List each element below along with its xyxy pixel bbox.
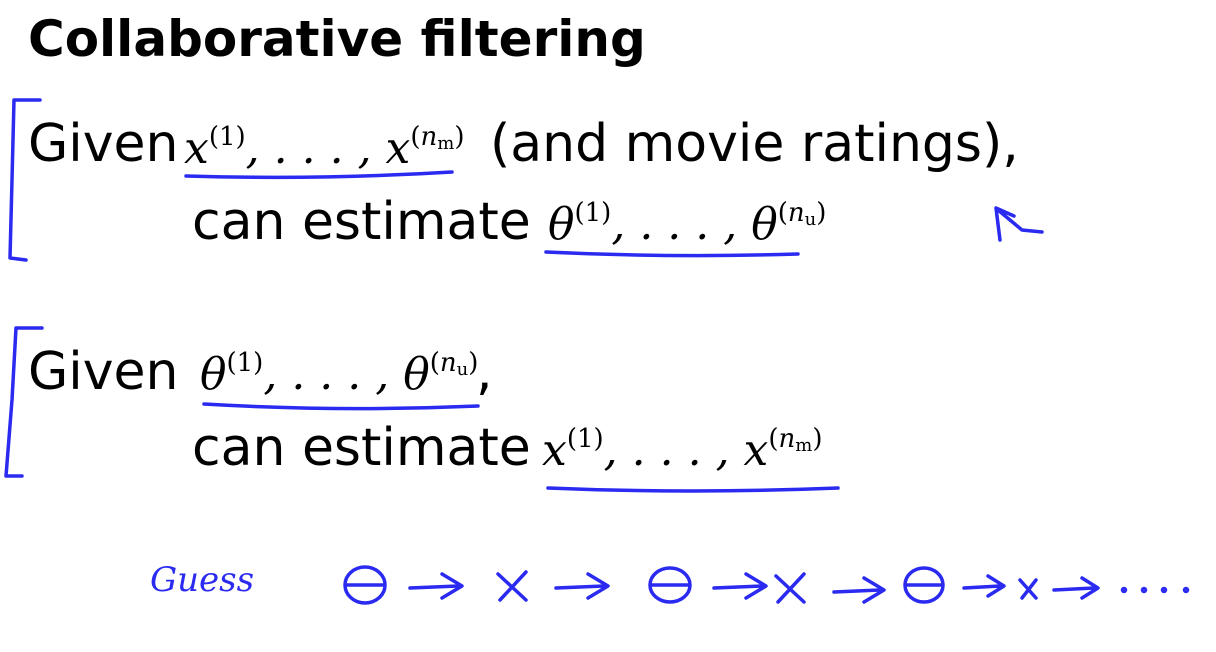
block2-given-math-mid: , . . . ,	[263, 349, 404, 400]
block1-given-math-sup2-sub: m	[437, 133, 455, 154]
arrow-icon-1	[408, 572, 464, 600]
underline-2	[544, 250, 800, 258]
block2-given-label: Given	[28, 342, 179, 402]
upward-arrow-icon	[994, 206, 1044, 242]
block1-given-math: x(1), . . . , x(nm)	[184, 122, 465, 174]
block1-est-math-mid: , . . . ,	[611, 199, 752, 250]
block1-estimate-label: can estimate	[192, 192, 531, 252]
arrow-icon-5	[962, 574, 1006, 598]
theta-icon-1	[343, 565, 387, 605]
block2-est-math-base2: x	[743, 425, 769, 476]
block2-given-math: θ(1), . . . , θ(nu)	[200, 348, 479, 400]
block2-est-math-mid: , . . . ,	[603, 425, 744, 476]
underline-4	[546, 486, 840, 493]
slide-title: Collaborative filtering	[28, 10, 646, 68]
block1-given-math-mid: , . . . ,	[245, 123, 386, 174]
block2-given-math-sup2-var: n	[439, 348, 457, 378]
underline-3	[202, 402, 480, 411]
block2-estimate-label: can estimate	[192, 418, 531, 478]
arrow-icon-2	[554, 572, 610, 600]
block2-est-math-sup2-sub: m	[795, 435, 813, 456]
block2-given-math-base: θ	[200, 349, 227, 400]
block1-given-math-base: x	[184, 123, 209, 174]
block1-given-math-sup2-var: n	[420, 122, 438, 152]
block1-est-math-sup2-var: n	[787, 198, 805, 228]
ellipsis-dot-2	[1140, 586, 1148, 594]
block2-given-math-base2: θ	[403, 349, 430, 400]
theta-icon-2	[648, 566, 692, 604]
block1-given-label: Given	[28, 114, 179, 174]
block1-estimate-math: θ(1), . . . , θ(nu)	[548, 198, 827, 250]
block1-est-math-sup1: (1)	[574, 198, 612, 228]
ellipsis-dot-1	[1120, 586, 1128, 594]
block1-given-math-sup1: (1)	[208, 122, 246, 152]
block1-est-math-base: θ	[548, 199, 575, 250]
arrow-icon-3	[712, 572, 768, 600]
block1-est-math-sup2-sub: u	[804, 209, 817, 230]
block2-comma: ,	[476, 342, 493, 402]
ellipsis-dot-3	[1160, 586, 1168, 594]
block2-est-math-sup1: (1)	[566, 424, 604, 454]
block2-est-math-base: x	[542, 425, 567, 476]
block2-est-math-sup2-var: n	[778, 424, 796, 454]
block1-given-math-base2: x	[385, 123, 411, 174]
block1-suffix: (and movie ratings),	[490, 114, 1019, 174]
handwritten-annotations	[4, 98, 1190, 605]
arrow-icon-6	[1052, 576, 1100, 600]
x-icon-3	[1018, 578, 1038, 600]
block2-estimate-math: x(1), . . . , x(nm)	[542, 424, 823, 476]
block2-given-math-sup1: (1)	[226, 348, 264, 378]
block2-given-math-sup2-sub: u	[456, 359, 469, 380]
theta-icon-3	[903, 566, 945, 604]
x-icon-1	[496, 570, 528, 602]
x-icon-2	[774, 572, 806, 604]
guess-annotation: Guess	[150, 560, 255, 600]
block1-est-math-base2: θ	[751, 199, 778, 250]
ellipsis-dot-4	[1182, 586, 1190, 594]
arrow-icon-4	[832, 576, 886, 604]
